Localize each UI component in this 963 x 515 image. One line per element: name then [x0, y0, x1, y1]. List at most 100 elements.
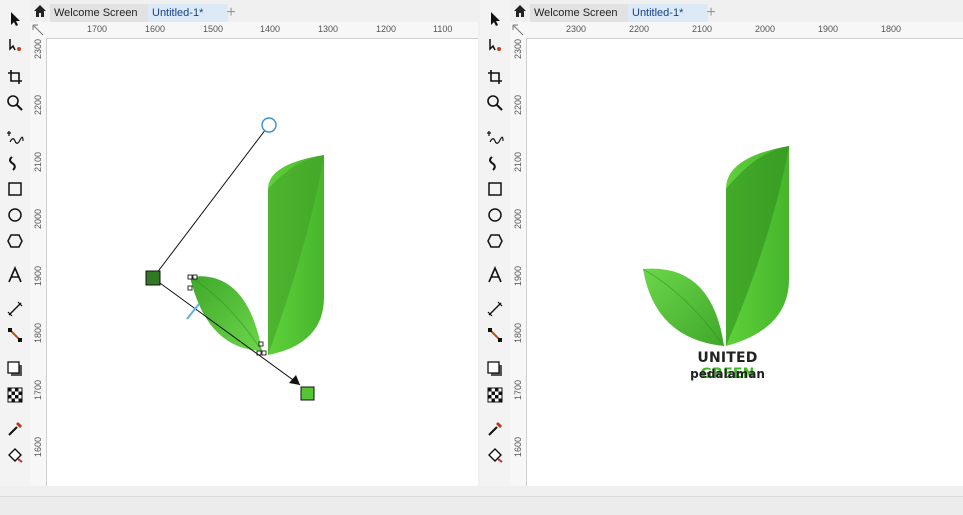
eyedropper-icon	[488, 422, 502, 436]
ruler-label: 1700	[87, 24, 108, 34]
ruler-label: 1800	[513, 322, 523, 344]
ruler-label: 2300	[513, 38, 523, 60]
ruler-label: 1900	[513, 265, 523, 287]
pick-tool[interactable]	[4, 8, 26, 30]
arrow-pointer-icon	[491, 12, 500, 26]
crop-icon	[8, 70, 22, 84]
drawing-canvas-right[interactable]	[527, 39, 963, 486]
magnifier-icon	[7, 95, 23, 111]
ruler-label: 2100	[513, 151, 523, 173]
connector-icon	[488, 328, 502, 342]
united-green-logo[interactable]	[642, 146, 789, 347]
zoom-tool[interactable]	[4, 92, 26, 114]
drawing-canvas-left[interactable]	[47, 39, 478, 486]
ruler-label: 2300	[33, 38, 43, 60]
interactive-fill-tool[interactable]	[484, 444, 506, 466]
home-icon[interactable]	[512, 3, 528, 19]
connector-tool[interactable]	[484, 324, 506, 346]
fill-end-node[interactable]	[300, 386, 315, 401]
checkerboard-icon	[7, 387, 23, 403]
ruler-label: 1800	[33, 322, 43, 344]
parallel-dimension-tool[interactable]	[484, 298, 506, 320]
magnifier-icon	[487, 95, 503, 111]
ruler-label: 2300	[566, 24, 587, 34]
ruler-label: 1900	[33, 265, 43, 287]
artistic-media-tool[interactable]	[4, 152, 26, 174]
eyedropper-tool[interactable]	[484, 418, 506, 440]
leaf-logo-shape[interactable]	[189, 155, 324, 355]
ruler-label: 1600	[513, 436, 523, 458]
ellipse-tool[interactable]	[484, 204, 506, 226]
toolbox-left	[0, 0, 31, 486]
document-tab-bar-left: Welcome Screen Untitled-1* +	[30, 0, 478, 23]
paint-bucket-icon	[488, 448, 503, 463]
freehand-tool[interactable]	[4, 126, 26, 148]
ruler-label: 1700	[33, 379, 43, 401]
tab-welcome-screen[interactable]: Welcome Screen	[530, 4, 634, 22]
crop-icon	[488, 70, 502, 84]
new-tab-button[interactable]: +	[222, 4, 240, 22]
polygon-tool[interactable]	[4, 230, 26, 252]
brush-curve-icon	[9, 156, 16, 171]
connector-icon	[8, 328, 22, 342]
horizontal-ruler-right[interactable]: 2300 2200 2100 2000 1900 1800	[510, 22, 963, 39]
plus-icon: +	[706, 4, 716, 21]
fill-angle-handle[interactable]	[261, 117, 277, 133]
arrow-pointer-icon	[11, 12, 20, 26]
brand-subtitle-text[interactable]: pedalaman	[670, 367, 785, 381]
crop-tool[interactable]	[4, 66, 26, 88]
text-tool[interactable]	[484, 264, 506, 286]
shape-tool[interactable]	[484, 34, 506, 56]
eyedropper-tool[interactable]	[4, 418, 26, 440]
rectangle-tool[interactable]	[4, 178, 26, 200]
home-icon[interactable]	[32, 3, 48, 19]
ruler-label: 1600	[145, 24, 166, 34]
crop-tool[interactable]	[484, 66, 506, 88]
ruler-label: 1400	[260, 24, 281, 34]
fill-midpoint-slider[interactable]	[186, 303, 200, 320]
freehand-tool[interactable]	[484, 126, 506, 148]
connector-tool[interactable]	[4, 324, 26, 346]
ruler-label: 1800	[881, 24, 902, 34]
drop-shadow-tool[interactable]	[4, 358, 26, 380]
document-window-right: Welcome Screen Untitled-1* + 2300 2200 2…	[480, 0, 963, 486]
text-tool[interactable]	[4, 264, 26, 286]
zoom-tool[interactable]	[484, 92, 506, 114]
shape-edit-icon	[9, 39, 21, 51]
document-tab-bar-right: Welcome Screen Untitled-1* +	[510, 0, 963, 23]
ruler-label: 2200	[629, 24, 650, 34]
polygon-tool[interactable]	[484, 230, 506, 252]
tab-welcome-screen[interactable]: Welcome Screen	[50, 4, 154, 22]
tab-untitled-1[interactable]: Untitled-1*	[148, 4, 228, 22]
transparency-tool[interactable]	[484, 384, 506, 406]
ruler-label: 2100	[692, 24, 713, 34]
ruler-label: 2100	[33, 151, 43, 173]
tab-untitled-1[interactable]: Untitled-1*	[628, 4, 708, 22]
pick-tool[interactable]	[484, 8, 506, 30]
ruler-label: 1500	[203, 24, 224, 34]
horizontal-ruler-left[interactable]: 1700 1600 1500 1400 1300 1200 1100	[30, 22, 478, 39]
vertical-ruler-right[interactable]: 2300 2200 2100 2000 1900 1800 1700 1600	[510, 38, 527, 486]
parallel-dimension-tool[interactable]	[4, 298, 26, 320]
rectangle-icon	[8, 182, 22, 196]
ruler-label: 1200	[376, 24, 397, 34]
rectangle-tool[interactable]	[484, 178, 506, 200]
hexagon-icon	[487, 234, 503, 248]
shape-tool[interactable]	[4, 34, 26, 56]
tab-label: Untitled-1*	[152, 7, 204, 19]
interactive-fill-tool[interactable]	[4, 444, 26, 466]
vertical-ruler-left[interactable]: 2300 2200 2100 2000 1900 1800 1700 1600	[30, 38, 47, 486]
artistic-media-tool[interactable]	[484, 152, 506, 174]
fill-start-node[interactable]	[145, 270, 161, 286]
tab-label: Welcome Screen	[54, 7, 138, 19]
ellipse-tool[interactable]	[4, 204, 26, 226]
plus-icon: +	[226, 4, 236, 21]
drop-shadow-tool[interactable]	[484, 358, 506, 380]
ruler-label: 1900	[818, 24, 839, 34]
ruler-label: 2200	[33, 94, 43, 116]
transparency-tool[interactable]	[4, 384, 26, 406]
ellipse-icon	[8, 208, 22, 222]
ruler-label: 2200	[513, 94, 523, 116]
new-tab-button[interactable]: +	[702, 4, 720, 22]
paint-bucket-icon	[8, 448, 23, 463]
